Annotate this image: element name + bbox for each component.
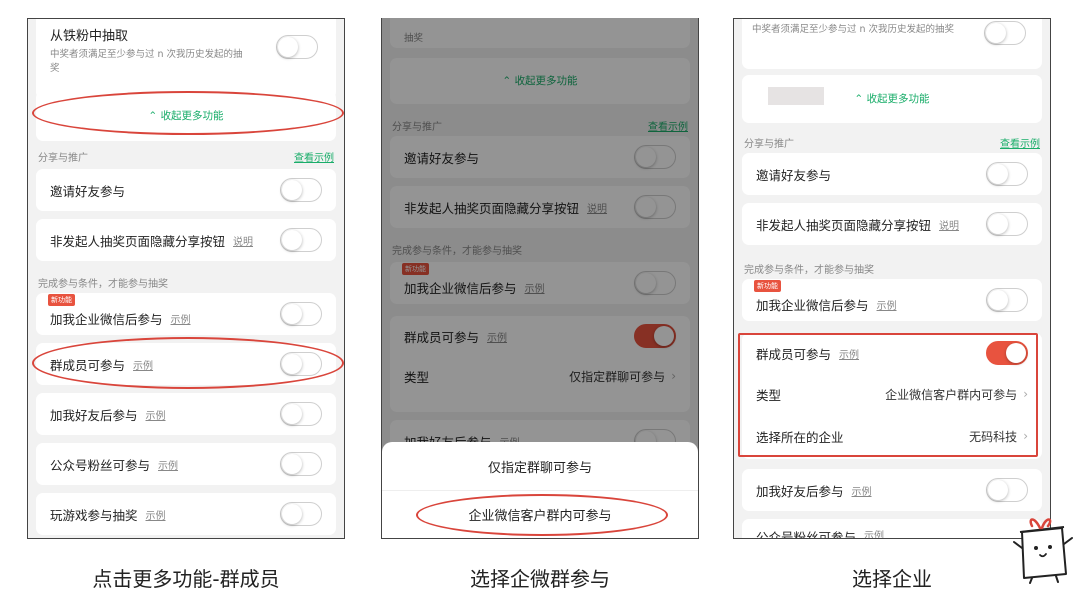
new-feature-badge: 新功能 bbox=[754, 280, 781, 292]
add-friend-example-link[interactable]: 示例 bbox=[852, 483, 872, 498]
sheet-option-specified-group[interactable]: 仅指定群聊可参与 bbox=[382, 442, 698, 490]
collapse-more-card[interactable]: ⌃ 收起更多功能 bbox=[742, 75, 1042, 123]
invite-friends-toggle[interactable] bbox=[986, 162, 1028, 186]
gift-box-mascot-icon bbox=[1013, 518, 1073, 584]
invite-friends-toggle[interactable] bbox=[280, 178, 322, 202]
wecom-toggle[interactable] bbox=[280, 302, 322, 326]
phone-screen-step-3: 中奖者须满足至少参与过 n 次我历史发起的抽奖 ⌃ 收起更多功能 分享与推广 查… bbox=[733, 18, 1051, 539]
draw-from-fans-card: 从铁粉中抽取 中奖者须满足至少参与过 n 次我历史发起的抽奖 bbox=[36, 19, 336, 99]
draw-from-fans-desc: 中奖者须满足至少参与过 n 次我历史发起的抽奖 bbox=[50, 49, 243, 74]
wecom-label: 加我企业微信后参与 bbox=[50, 311, 163, 327]
game-label: 玩游戏参与抽奖 bbox=[50, 507, 138, 523]
phone-screen-step-2: 抽奖 ⌃ 收起更多功能 分享与推广 查看示例 邀请好友参与 非发起人抽奖页面隐藏… bbox=[381, 18, 699, 539]
chevron-right-icon: › bbox=[1023, 387, 1028, 401]
official-fans-label: 公众号粉丝可参与 bbox=[756, 530, 857, 539]
caption-step-1: 点击更多功能-群成员 bbox=[92, 567, 280, 591]
explain-link[interactable]: 说明 bbox=[939, 217, 959, 232]
sheet-option-wecom-customer-group[interactable]: 企业微信客户群内可参与 bbox=[382, 490, 698, 538]
caption-step-2: 选择企微群参与 bbox=[470, 567, 610, 591]
invite-friends-row: 邀请好友参与 bbox=[742, 153, 1042, 195]
phone-screen-step-1: 从铁粉中抽取 中奖者须满足至少参与过 n 次我历史发起的抽奖 ⌃ 收起更多功能 … bbox=[27, 18, 345, 539]
type-action-sheet: 仅指定群聊可参与 企业微信客户群内可参与 bbox=[382, 442, 698, 538]
official-fans-example-link[interactable]: 示例 bbox=[864, 527, 884, 538]
game-example-link[interactable]: 示例 bbox=[146, 507, 166, 522]
hide-share-toggle[interactable] bbox=[280, 228, 322, 252]
group-member-label: 群成员可参与 bbox=[50, 357, 126, 373]
wecom-label: 加我企业微信后参与 bbox=[756, 297, 869, 313]
draw-from-fans-title: 从铁粉中抽取 bbox=[50, 29, 129, 44]
view-example-link[interactable]: 查看示例 bbox=[294, 149, 334, 164]
type-row[interactable]: 类型 企业微信客户群内可参与 › bbox=[742, 373, 1042, 415]
collapse-more-card[interactable]: ⌃ 收起更多功能 bbox=[36, 91, 336, 141]
add-friend-row: 加我好友后参与 示例 bbox=[36, 393, 336, 435]
group-member-toggle[interactable] bbox=[986, 341, 1028, 365]
company-value: 无码科技 bbox=[969, 429, 1018, 444]
type-value: 企业微信客户群内可参与 bbox=[885, 387, 1018, 402]
hide-share-row: 非发起人抽奖页面隐藏分享按钮 说明 bbox=[36, 219, 336, 261]
wecom-toggle[interactable] bbox=[986, 288, 1028, 312]
group-member-label: 群成员可参与 bbox=[756, 346, 832, 362]
official-fans-row: 公众号粉丝可参与 示例 bbox=[742, 519, 1042, 539]
top-desc-text: 中奖者须满足至少参与过 n 次我历史发起的抽奖 bbox=[752, 24, 955, 35]
add-friend-row: 加我好友后参与 示例 bbox=[742, 469, 1042, 511]
add-friend-toggle[interactable] bbox=[986, 478, 1028, 502]
condition-section-header: 完成参与条件，才能参与抽奖 bbox=[38, 275, 334, 290]
hide-share-label: 非发起人抽奖页面隐藏分享按钮 bbox=[50, 233, 226, 249]
draw-from-fans-toggle[interactable] bbox=[276, 35, 318, 59]
official-fans-example-link[interactable]: 示例 bbox=[158, 457, 178, 472]
hide-share-label: 非发起人抽奖页面隐藏分享按钮 bbox=[756, 217, 932, 233]
add-friend-label: 加我好友后参与 bbox=[756, 483, 844, 499]
add-friend-example-link[interactable]: 示例 bbox=[146, 407, 166, 422]
top-desc-card: 中奖者须满足至少参与过 n 次我历史发起的抽奖 bbox=[742, 19, 1042, 69]
company-row[interactable]: 选择所在的企业 无码科技 › bbox=[742, 415, 1042, 457]
add-friend-label: 加我好友后参与 bbox=[50, 407, 138, 423]
wecom-row: 新功能 加我企业微信后参与 示例 bbox=[36, 293, 336, 335]
group-member-example-link[interactable]: 示例 bbox=[133, 357, 153, 372]
condition-section-title: 完成参与条件，才能参与抽奖 bbox=[38, 279, 168, 290]
explain-link[interactable]: 说明 bbox=[233, 233, 253, 248]
top-toggle[interactable] bbox=[984, 21, 1026, 45]
share-section-title: 分享与推广 bbox=[38, 153, 88, 164]
company-label: 选择所在的企业 bbox=[756, 429, 844, 445]
group-member-toggle[interactable] bbox=[280, 352, 322, 376]
collapse-more-label: 收起更多功能 bbox=[160, 110, 224, 122]
share-section-title: 分享与推广 bbox=[744, 139, 794, 150]
caption-step-3: 选择企业 bbox=[852, 567, 932, 591]
invite-friends-row: 邀请好友参与 bbox=[36, 169, 336, 211]
new-feature-badge: 新功能 bbox=[48, 294, 75, 306]
condition-section-title: 完成参与条件，才能参与抽奖 bbox=[744, 265, 874, 276]
share-section-header: 分享与推广 查看示例 bbox=[744, 135, 1040, 150]
invite-friends-label: 邀请好友参与 bbox=[756, 167, 832, 183]
chevron-right-icon: › bbox=[1023, 429, 1028, 443]
hide-share-toggle[interactable] bbox=[986, 212, 1028, 236]
official-fans-toggle[interactable] bbox=[280, 452, 322, 476]
invite-friends-label: 邀请好友参与 bbox=[50, 183, 126, 199]
official-fans-label: 公众号粉丝可参与 bbox=[50, 457, 151, 473]
hide-share-row: 非发起人抽奖页面隐藏分享按钮 说明 bbox=[742, 203, 1042, 245]
official-fans-row: 公众号粉丝可参与 示例 bbox=[36, 443, 336, 485]
type-label: 类型 bbox=[756, 387, 782, 403]
game-toggle[interactable] bbox=[280, 502, 322, 526]
share-section-header: 分享与推广 查看示例 bbox=[38, 149, 334, 164]
redacted-block bbox=[768, 87, 824, 105]
group-member-row: 群成员可参与 示例 bbox=[36, 343, 336, 385]
group-member-card: 群成员可参与 示例 类型 企业微信客户群内可参与 › 选择所在的企业 无码科技 … bbox=[742, 333, 1042, 459]
wecom-example-link[interactable]: 示例 bbox=[877, 297, 897, 312]
wecom-row: 新功能 加我企业微信后参与 示例 bbox=[742, 279, 1042, 321]
view-example-link[interactable]: 查看示例 bbox=[1000, 135, 1040, 150]
game-row: 玩游戏参与抽奖 示例 bbox=[36, 493, 336, 535]
collapse-more-label: 收起更多功能 bbox=[866, 93, 930, 105]
group-member-row: 群成员可参与 示例 bbox=[742, 333, 1042, 373]
add-friend-toggle[interactable] bbox=[280, 402, 322, 426]
collapse-more-button[interactable]: ⌃ 收起更多功能 bbox=[36, 91, 336, 141]
condition-section-header: 完成参与条件，才能参与抽奖 bbox=[744, 261, 1040, 276]
wecom-example-link[interactable]: 示例 bbox=[171, 311, 191, 326]
group-member-example-link[interactable]: 示例 bbox=[839, 346, 859, 361]
